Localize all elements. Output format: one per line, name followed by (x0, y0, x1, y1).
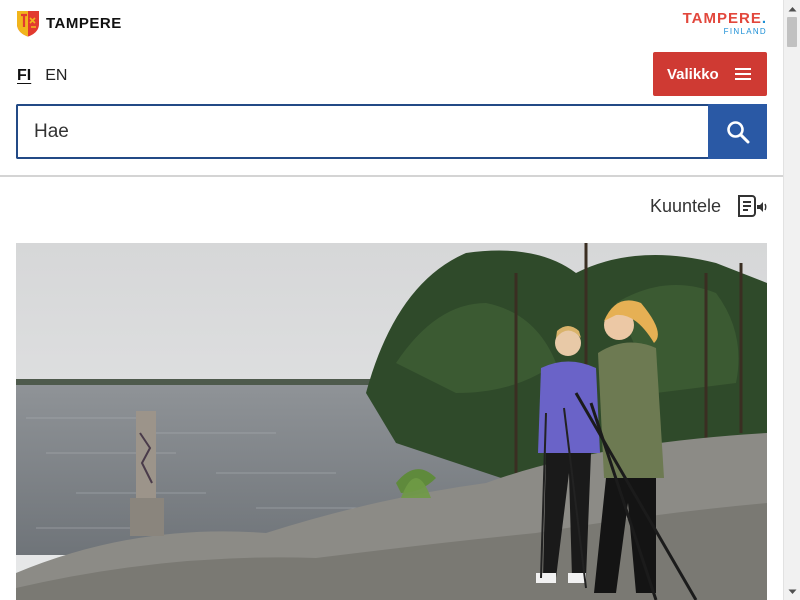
search-icon (726, 120, 749, 143)
menu-button[interactable]: Valikko (653, 52, 767, 96)
search-input[interactable] (16, 104, 708, 159)
search-bar (16, 104, 767, 159)
listen-label: Kuuntele (649, 195, 721, 216)
language-en-link[interactable]: EN (45, 67, 67, 85)
header-divider (0, 175, 783, 177)
logo-text: TAMPERE (46, 15, 122, 32)
scroll-up-arrow-icon[interactable] (784, 0, 800, 17)
language-fi-link[interactable]: FI (17, 67, 31, 85)
brand-dot: . (761, 10, 767, 27)
language-switcher: FI EN (17, 67, 67, 85)
hamburger-icon (734, 68, 751, 80)
hero-image (16, 243, 767, 600)
page-scrollbar[interactable] (783, 0, 800, 600)
visit-tampere-finland-logo[interactable]: TAMPERE. FINLAND (683, 11, 767, 37)
scrollbar-thumb[interactable] (787, 17, 797, 47)
brand-sub-text: FINLAND (723, 27, 767, 36)
search-button[interactable] (708, 104, 767, 159)
brand-main-text: TAMPERE. (683, 11, 767, 26)
site-header: TAMPERE TAMPERE. FINLAND FI EN Valikko (0, 0, 783, 176)
tampere-coat-of-arms-icon (17, 11, 39, 37)
menu-button-label: Valikko (667, 65, 719, 83)
brand-main-word: TAMPERE (682, 10, 762, 27)
listen-button[interactable]: Kuuntele (650, 193, 767, 219)
tampere-logo[interactable]: TAMPERE (16, 10, 122, 37)
hero-photo-lakeside-walkers (16, 243, 767, 600)
listen-speaker-icon (738, 195, 767, 217)
scroll-down-arrow-icon[interactable] (784, 583, 800, 600)
